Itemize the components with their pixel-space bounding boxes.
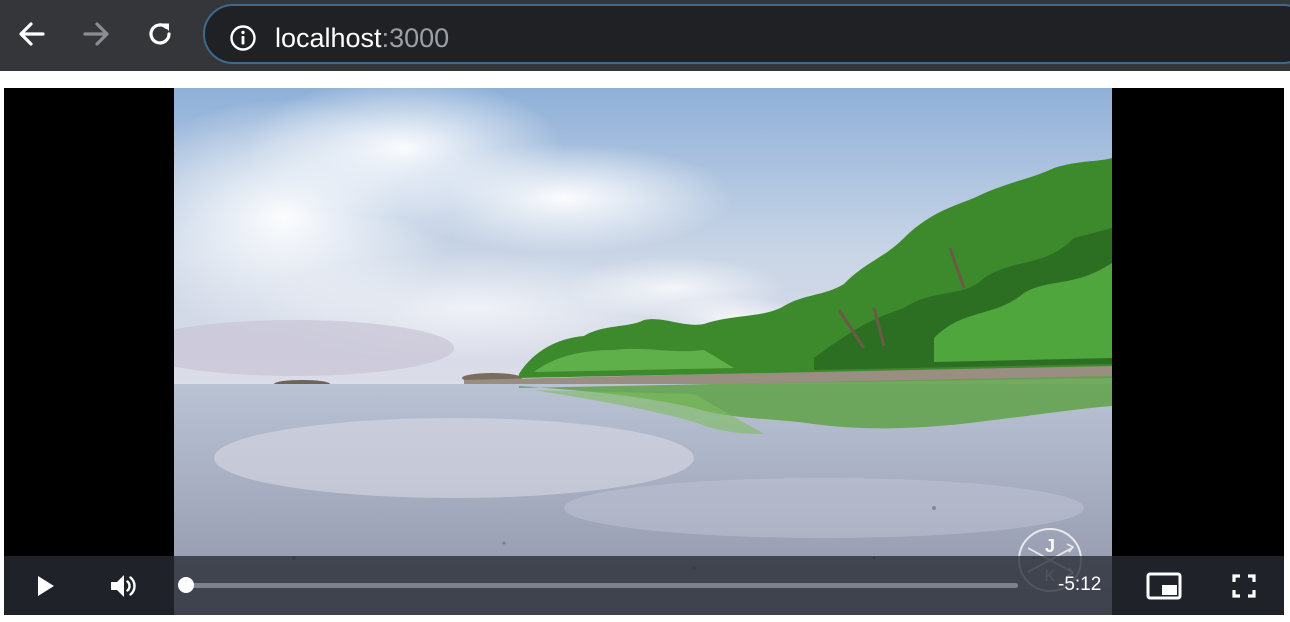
address-bar[interactable]: localhost:3000: [203, 4, 1290, 64]
fullscreen-icon: [1232, 574, 1256, 598]
volume-icon: [111, 575, 136, 597]
picture-in-picture-button[interactable]: [1143, 565, 1185, 607]
url-port: :3000: [381, 23, 450, 53]
url-text[interactable]: localhost:3000: [275, 21, 449, 55]
url-host: localhost: [275, 23, 382, 53]
play-icon: [38, 576, 54, 596]
info-circle-icon[interactable]: [229, 24, 257, 52]
address-bar-field[interactable]: localhost:3000: [207, 8, 1290, 60]
volume-button[interactable]: [102, 565, 144, 607]
seek-bar-thumb[interactable]: [178, 577, 194, 593]
seek-bar[interactable]: [178, 577, 1018, 593]
browser-toolbar: localhost:3000: [0, 0, 1290, 71]
picture-in-picture-icon: [1146, 572, 1182, 600]
beach-video-image: [174, 88, 1112, 615]
remaining-time: -5:12: [1058, 574, 1102, 595]
arrow-right-icon: [83, 22, 109, 46]
video-controls-bar: -5:12: [4, 556, 1284, 615]
arrow-left-icon: [19, 22, 45, 46]
svg-text:J: J: [1045, 536, 1055, 556]
video-frame[interactable]: J K: [174, 88, 1112, 615]
reload-button[interactable]: [140, 14, 180, 54]
back-button[interactable]: [12, 14, 52, 54]
forward-button[interactable]: [76, 14, 116, 54]
video-player[interactable]: J K -5:12: [4, 88, 1284, 615]
reload-icon: [149, 23, 171, 45]
fullscreen-button[interactable]: [1223, 565, 1265, 607]
play-button[interactable]: [24, 565, 66, 607]
